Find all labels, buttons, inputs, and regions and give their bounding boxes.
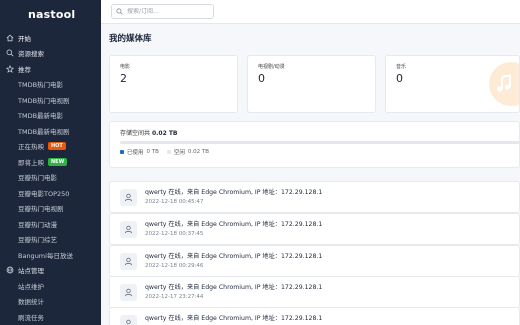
storage-title: 存储空间共 0.02 TB bbox=[120, 128, 178, 137]
activity-time: 2022-12-18 00:45:47 bbox=[145, 199, 204, 205]
sidebar-item[interactable]: 豆瓣热门综艺 bbox=[0, 232, 101, 248]
sidebar-item-label: 豆瓣热门电影 bbox=[18, 174, 57, 183]
sidebar-item-label: 刷流任务 bbox=[18, 313, 44, 322]
sidebar-item-label: 豆瓣热门综艺 bbox=[18, 236, 57, 245]
activity-text: qwerty 在线，来自 Edge Chromium, IP 地址：172.29… bbox=[145, 189, 323, 196]
storage-title-prefix: 存储空间共 bbox=[120, 130, 151, 137]
activity-item: qwerty 在线，来自 Edge Chromium, IP 地址：172.29… bbox=[109, 307, 520, 325]
activity-text: qwerty 在线，来自 Edge Chromium, IP 地址：172.29… bbox=[145, 315, 323, 322]
stat-value: 2 bbox=[120, 72, 127, 85]
activity-text: qwerty 在线，来自 Edge Chromium, IP 地址：172.29… bbox=[145, 221, 323, 228]
sidebar-item[interactable]: TMDB最新电影 bbox=[0, 108, 101, 124]
used-label: 已使用 bbox=[127, 150, 144, 156]
star-icon bbox=[6, 64, 14, 73]
activity-item: qwerty 在线，来自 Edge Chromium, IP 地址：172.29… bbox=[109, 245, 520, 277]
activity-item: qwerty 在线，来自 Edge Chromium, IP 地址：172.29… bbox=[109, 276, 520, 308]
storage-card: 存储空间共 0.02 TB 已使用 0 TB 空闲 0.02 TB bbox=[109, 121, 520, 168]
sidebar-item[interactable]: 开始 bbox=[0, 30, 101, 46]
stat-label: 音乐 bbox=[396, 64, 407, 70]
sidebar-item-label: TMDB热门电视剧 bbox=[18, 96, 70, 105]
avatar bbox=[120, 189, 137, 206]
stat-card-tv: 电视剧/动漫 0 bbox=[247, 55, 376, 113]
search-icon bbox=[116, 8, 123, 15]
sidebar-item[interactable]: TMDB最新电视剧 bbox=[0, 123, 101, 139]
music-badge bbox=[489, 62, 519, 106]
sidebar-item[interactable]: 资源搜索 bbox=[0, 46, 101, 62]
activity-time: 2022-12-18 00:29:46 bbox=[145, 263, 204, 269]
activity-text: qwerty 在线，来自 Edge Chromium, IP 地址：172.29… bbox=[145, 284, 323, 291]
sidebar-item[interactable]: 站点管理 bbox=[0, 263, 101, 279]
stat-value: 0 bbox=[396, 72, 403, 85]
search-box[interactable] bbox=[111, 4, 214, 19]
sidebar-item-label: 站点管理 bbox=[18, 267, 44, 276]
sidebar-item-label: 豆瓣电影TOP250 bbox=[18, 189, 70, 198]
sidebar-item[interactable]: 豆瓣热门动漫 bbox=[0, 216, 101, 232]
free-value: 0.02 TB bbox=[187, 149, 210, 155]
storage-bar bbox=[120, 141, 520, 144]
used-legend-dot bbox=[120, 150, 124, 154]
sidebar-item[interactable]: 数据统计 bbox=[0, 294, 101, 310]
sidebar-item-label: 即将上映 bbox=[18, 158, 44, 167]
free-label: 空闲 bbox=[173, 150, 185, 156]
sidebar-item[interactable]: 刷流任务 bbox=[0, 309, 101, 325]
sidebar-item[interactable]: 豆瓣电影TOP250 bbox=[0, 185, 101, 201]
user-icon bbox=[124, 288, 133, 297]
avatar bbox=[120, 315, 137, 325]
user-icon bbox=[124, 257, 133, 266]
stat-label: 电影 bbox=[120, 64, 131, 70]
avatar bbox=[120, 284, 137, 301]
stat-label: 电视剧/动漫 bbox=[258, 64, 285, 70]
sidebar-item-label: 推荐 bbox=[18, 65, 31, 74]
storage-legend: 已使用 0 TB 空闲 0.02 TB bbox=[120, 148, 209, 156]
free-legend-dot bbox=[166, 150, 171, 154]
search-icon bbox=[6, 49, 14, 57]
sidebar-item-label: TMDB最新电影 bbox=[18, 112, 64, 121]
sidebar-item[interactable]: TMDB热门电影 bbox=[0, 77, 101, 93]
sidebar-item-label: 数据统计 bbox=[18, 298, 44, 307]
sidebar-item[interactable]: 豆瓣热门电影 bbox=[0, 170, 101, 186]
sidebar-item[interactable]: 即将上映 NEW bbox=[0, 154, 101, 170]
sidebar-item-label: Bangumi每日放送 bbox=[18, 251, 73, 260]
sidebar-badge: HOT bbox=[48, 142, 66, 151]
sidebar-item-label: TMDB最新电视剧 bbox=[18, 127, 70, 136]
stat-card-music: 音乐 0 bbox=[385, 55, 520, 113]
sidebar-item[interactable]: TMDB热门电视剧 bbox=[0, 92, 101, 108]
page-title: 我的媒体库 bbox=[109, 34, 152, 44]
avatar bbox=[120, 221, 137, 238]
sidebar-item[interactable]: 站点维护 bbox=[0, 278, 101, 294]
user-icon bbox=[126, 319, 131, 325]
sidebar-item-label: 站点维护 bbox=[18, 282, 44, 291]
activity-item: qwerty 在线，来自 Edge Chromium, IP 地址：172.29… bbox=[109, 213, 520, 245]
activity-item: qwerty 在线，来自 Edge Chromium, IP 地址：172.29… bbox=[109, 181, 520, 213]
sidebar-item[interactable]: 正在热映 HOT bbox=[0, 139, 101, 155]
sidebar-item-label: 开始 bbox=[18, 34, 31, 43]
app-logo[interactable]: nastool bbox=[28, 8, 75, 21]
music-icon bbox=[496, 74, 511, 92]
search-input[interactable] bbox=[127, 8, 207, 15]
stat-card-movies: 电影 2 bbox=[109, 55, 238, 113]
activity-text: qwerty 在线，来自 Edge Chromium, IP 地址：172.29… bbox=[145, 253, 323, 260]
used-value: 0 TB bbox=[146, 149, 159, 155]
stat-value: 0 bbox=[258, 72, 265, 85]
storage-total: 0.02 TB bbox=[151, 130, 178, 137]
sidebar-item-label: 豆瓣热门电视剧 bbox=[18, 205, 64, 214]
sidebar-item-label: TMDB热门电影 bbox=[18, 81, 64, 90]
home-icon bbox=[6, 34, 14, 42]
user-icon bbox=[124, 193, 133, 202]
sidebar-item-label: 资源搜索 bbox=[18, 50, 44, 59]
activity-time: 2022-12-17 23:27:44 bbox=[145, 294, 204, 300]
avatar bbox=[120, 253, 137, 270]
sidebar-nav: 开始资源搜索推荐 TMDB热门电影 TMDB热门电视剧 TMDB最新电影 TMDB最新电… bbox=[0, 30, 101, 325]
top-bar bbox=[101, 0, 520, 24]
globe-icon bbox=[6, 266, 14, 274]
activity-time: 2022-12-18 00:37:45 bbox=[145, 231, 204, 237]
sidebar-item-label: 正在热映 bbox=[18, 143, 44, 152]
sidebar: nastool 开始资源搜索推荐 TMDB热门电影 TMDB热门电视剧 TMDB最新电… bbox=[0, 0, 101, 325]
sidebar-item-label: 豆瓣热门动漫 bbox=[18, 220, 57, 229]
sidebar-item[interactable]: Bangumi每日放送 bbox=[0, 247, 101, 263]
user-icon bbox=[124, 225, 133, 234]
sidebar-badge: NEW bbox=[48, 157, 68, 166]
sidebar-item[interactable]: 豆瓣热门电视剧 bbox=[0, 201, 101, 217]
sidebar-item[interactable]: 推荐 bbox=[0, 61, 101, 77]
